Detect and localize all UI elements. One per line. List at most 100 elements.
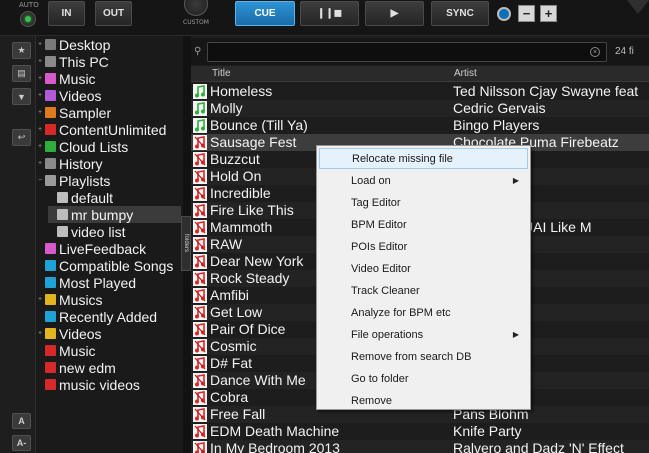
tree-item[interactable]: + History xyxy=(36,155,181,172)
missing-file-note-icon xyxy=(193,186,207,201)
column-title[interactable]: Title xyxy=(212,68,231,79)
track-artist: Ted Nilsson Cjay Swayne feat xyxy=(453,83,639,99)
tree-item[interactable]: Recently Added xyxy=(36,308,181,325)
tree-item[interactable]: mr bumpy xyxy=(48,206,181,223)
tree-expander-icon[interactable]: + xyxy=(36,58,44,65)
tree-item[interactable]: + This PC xyxy=(36,53,181,70)
font-size-down-button[interactable]: A- xyxy=(12,435,31,451)
most-played-icon xyxy=(45,277,56,288)
context-menu-item[interactable]: File operations ▶ xyxy=(319,324,528,345)
filter-folder-icon xyxy=(45,362,56,373)
stop-button[interactable]: ❙❙◼ xyxy=(300,1,359,26)
missing-file-note-icon xyxy=(193,271,207,286)
tree-item[interactable]: + Videos xyxy=(36,325,181,342)
context-menu-item-label: Load on xyxy=(351,174,391,187)
tree-item[interactable]: + Desktop xyxy=(36,36,181,53)
tree-expander-icon[interactable]: + xyxy=(36,330,44,337)
context-menu-item[interactable]: Relocate missing file xyxy=(319,148,528,169)
tree-expander-icon[interactable]: + xyxy=(36,75,44,82)
tree-expander-icon[interactable]: + xyxy=(36,92,44,99)
tree-item-label: video list xyxy=(71,223,126,240)
cue-button[interactable]: CUE xyxy=(235,1,295,26)
tree-item[interactable]: LiveFeedback xyxy=(36,240,181,257)
context-menu-item[interactable]: Remove xyxy=(319,390,528,411)
tree-item[interactable]: + ContentUnlimited xyxy=(36,121,181,138)
missing-file-note-icon xyxy=(193,356,207,371)
tree-item-label: Videos xyxy=(59,87,102,104)
track-row[interactable]: In My Bedroom 2013 Ralvero and Dadz 'N' E… xyxy=(191,440,649,453)
play-button[interactable]: ▶ xyxy=(365,1,424,26)
tree-expander-icon[interactable]: + xyxy=(36,41,44,48)
auto-toggle-button[interactable] xyxy=(20,11,36,27)
sync-button[interactable]: SYNC xyxy=(431,1,489,26)
missing-file-note-icon xyxy=(193,135,207,150)
context-menu-item-label: Video Editor xyxy=(351,262,411,275)
tree-item-label: This PC xyxy=(59,53,109,70)
font-size-up-button[interactable]: A xyxy=(12,413,31,429)
live-feedback-icon xyxy=(45,243,56,254)
browser-side-toolbar: ★ ▤ ▼ ↩ A A- xyxy=(0,36,36,453)
track-row[interactable]: Homeless Ted Nilsson Cjay Swayne feat xyxy=(191,83,649,100)
tree-item[interactable]: music videos xyxy=(36,376,181,393)
context-menu-item[interactable]: Remove from search DB xyxy=(319,346,528,367)
context-menu-item[interactable]: Tag Editor xyxy=(319,192,528,213)
tree-item-label: default xyxy=(71,189,114,206)
deck-control-strip: AUTO IN OUT CUSTOM CUE ❙❙◼ ▶ SYNC − + xyxy=(0,0,649,36)
tree-expander-icon[interactable]: − xyxy=(36,177,44,184)
tree-item[interactable]: + Cloud Lists xyxy=(36,138,181,155)
tree-expander-icon[interactable]: + xyxy=(36,296,44,303)
sampler-icon xyxy=(45,107,56,118)
tree-item[interactable]: new edm xyxy=(36,359,181,376)
tree-item-label: mr bumpy xyxy=(71,206,134,223)
context-menu-item[interactable]: Track Cleaner xyxy=(319,280,528,301)
context-menu-item-label: Track Cleaner xyxy=(351,284,420,297)
track-artist: Cedric Gervais xyxy=(453,100,546,116)
pitch-plus-button[interactable]: + xyxy=(540,5,557,22)
missing-file-note-icon xyxy=(193,237,207,252)
tree-expander-icon[interactable]: + xyxy=(36,143,44,150)
tree-item[interactable]: − Playlists xyxy=(36,172,181,189)
folders-side-tab[interactable]: folders xyxy=(181,216,191,271)
context-menu-item[interactable]: Load on ▶ xyxy=(319,170,528,191)
deck-collapse-icon[interactable] xyxy=(627,0,649,14)
tree-item[interactable]: default xyxy=(48,189,181,206)
track-title: Bounce (Till Ya) xyxy=(210,117,308,133)
tree-expander-icon[interactable]: + xyxy=(36,109,44,116)
info-panel-icon[interactable]: ▤ xyxy=(12,65,31,82)
tree-item[interactable]: + Musics xyxy=(36,291,181,308)
music-folder-icon xyxy=(45,73,56,84)
favorites-icon[interactable]: ★ xyxy=(12,42,31,59)
track-row[interactable]: EDM Death Machine Knife Party xyxy=(191,423,649,440)
track-title: In My Bedroom 2013 xyxy=(210,440,340,453)
cloud-icon xyxy=(45,141,56,152)
custom-knob[interactable] xyxy=(184,0,208,16)
tree-expander-icon[interactable]: + xyxy=(36,160,44,167)
pitch-minus-button[interactable]: − xyxy=(518,5,535,22)
context-menu-item[interactable]: Analyze for BPM etc xyxy=(319,302,528,323)
tree-item[interactable]: + Music xyxy=(36,70,181,87)
track-row[interactable]: Molly Cedric Gervais xyxy=(191,100,649,117)
tree-item-label: Recently Added xyxy=(59,308,158,325)
tree-item[interactable]: + Sampler xyxy=(36,104,181,121)
tree-item[interactable]: Compatible Songs xyxy=(36,257,181,274)
tree-item[interactable]: video list xyxy=(48,223,181,240)
tree-item[interactable]: Music xyxy=(36,342,181,359)
track-row[interactable]: Bounce (Till Ya) Bingo Players xyxy=(191,117,649,134)
tree-item[interactable]: + Videos xyxy=(36,87,181,104)
context-menu-item[interactable]: Go to folder xyxy=(319,368,528,389)
clear-search-icon[interactable]: × xyxy=(590,47,600,57)
column-artist[interactable]: Artist xyxy=(454,68,477,79)
filter-icon[interactable]: ▼ xyxy=(12,88,31,105)
missing-file-note-icon xyxy=(193,339,207,354)
context-menu-item[interactable]: BPM Editor xyxy=(319,214,528,235)
context-menu-item[interactable]: POIs Editor xyxy=(319,236,528,257)
missing-file-note-icon xyxy=(193,390,207,405)
tree-expander-icon[interactable]: + xyxy=(36,126,44,133)
loop-out-button[interactable]: OUT xyxy=(95,1,132,26)
context-menu-item[interactable]: Video Editor xyxy=(319,258,528,279)
loop-in-button[interactable]: IN xyxy=(48,1,85,26)
search-input[interactable] xyxy=(207,42,607,62)
tree-item[interactable]: Most Played xyxy=(36,274,181,291)
folder-tree: + Desktop + This PC + Music + Videos + Sampler + Co… xyxy=(36,36,181,453)
back-icon[interactable]: ↩ xyxy=(12,129,31,146)
